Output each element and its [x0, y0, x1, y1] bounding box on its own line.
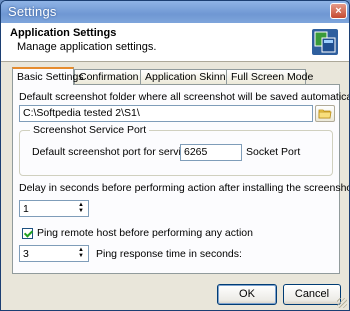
- folder-label: Default screenshot folder where all scre…: [19, 91, 350, 103]
- ping-time-label: Ping response time in seconds:: [96, 248, 242, 260]
- ping-label: Ping remote host before performing any a…: [37, 227, 253, 239]
- ping-time-value: 3: [23, 248, 29, 260]
- port-label: Default screenshot port for service:: [32, 146, 195, 158]
- delay-label: Delay in seconds before performing actio…: [19, 182, 349, 194]
- port-group: Screenshot Service Port Default screensh…: [19, 124, 333, 176]
- ok-button[interactable]: OK: [217, 284, 277, 305]
- spin-down-icon[interactable]: ▼: [75, 253, 87, 259]
- settings-app-icon: [312, 29, 338, 55]
- tab-application-skinning[interactable]: Application Skinning: [140, 69, 240, 84]
- basic-settings-panel: Default screenshot folder where all scre…: [12, 84, 349, 274]
- header-title: Application Settings: [10, 27, 117, 39]
- ping-time-spinner[interactable]: 3 ▲ ▼: [19, 245, 89, 262]
- settings-window: Settings × Application Settings Manage a…: [0, 0, 350, 311]
- ping-spinner-arrows[interactable]: ▲ ▼: [75, 247, 87, 260]
- browse-folder-button[interactable]: [315, 105, 335, 122]
- delay-spinner-arrows[interactable]: ▲ ▼: [75, 202, 87, 215]
- delay-value: 1: [23, 203, 29, 215]
- folder-path-input[interactable]: C:\Softpedia tested 2\S1\: [19, 105, 313, 122]
- port-group-title: Screenshot Service Port: [30, 124, 150, 136]
- cancel-button-label: Cancel: [294, 288, 330, 300]
- title-bar[interactable]: Settings ×: [1, 1, 349, 23]
- port-input[interactable]: 6265: [180, 144, 242, 161]
- header-subtitle: Manage application settings.: [17, 41, 157, 53]
- dialog-header: Application Settings Manage application …: [1, 23, 349, 62]
- port-suffix-label: Socket Port: [246, 146, 301, 158]
- ping-checkbox[interactable]: [22, 228, 33, 239]
- tab-basic-settings[interactable]: Basic Settings: [12, 67, 84, 85]
- cancel-button[interactable]: Cancel: [283, 284, 341, 305]
- spin-down-icon[interactable]: ▼: [75, 208, 87, 214]
- delay-spinner[interactable]: 1 ▲ ▼: [19, 200, 89, 217]
- window-title: Settings: [8, 4, 57, 19]
- tab-full-screen-mode[interactable]: Full Screen Mode: [226, 69, 313, 84]
- folder-icon: [318, 109, 332, 119]
- ok-button-label: OK: [239, 288, 255, 300]
- close-button[interactable]: ×: [330, 3, 347, 19]
- resize-grip[interactable]: [337, 298, 347, 308]
- tab-confirmation[interactable]: Confirmation: [74, 69, 141, 84]
